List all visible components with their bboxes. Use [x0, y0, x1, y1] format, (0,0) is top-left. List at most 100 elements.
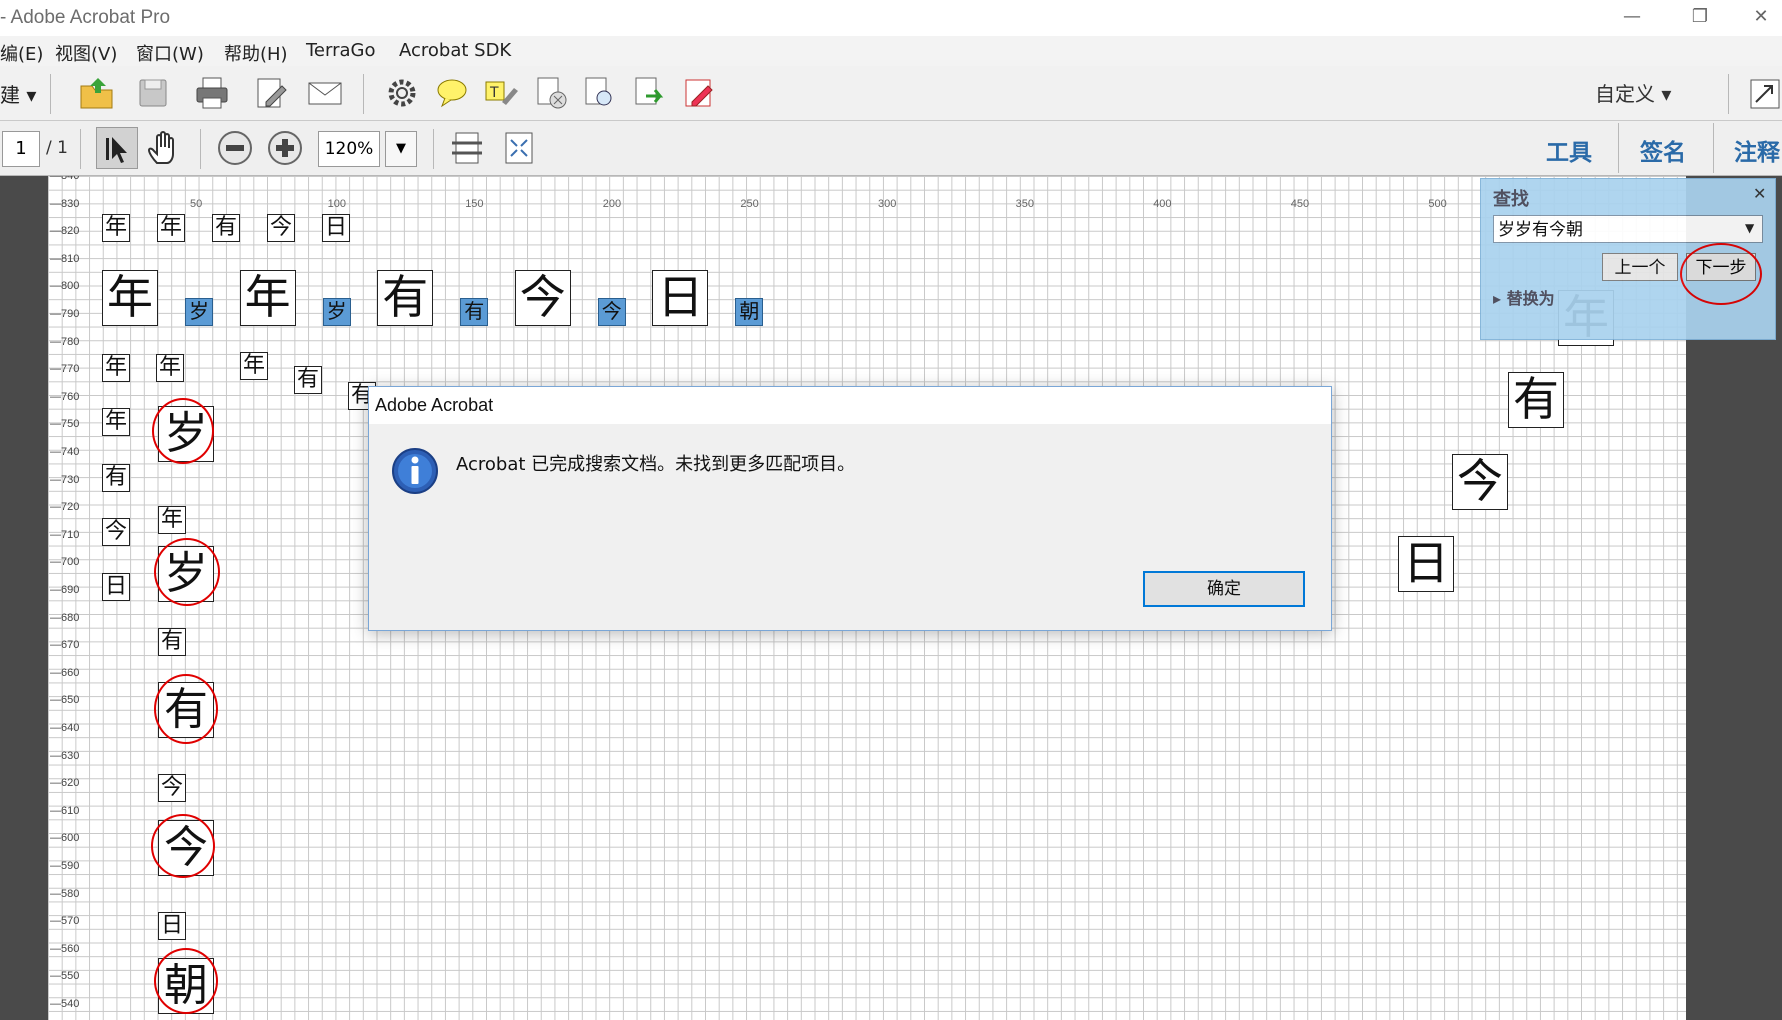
ok-button[interactable]: 确定	[1143, 571, 1305, 607]
zoom-out-icon[interactable]	[216, 129, 254, 167]
open-folder-icon[interactable]	[78, 74, 116, 112]
glyph-box-column: 今	[158, 774, 186, 802]
red-annotation-circle	[154, 674, 218, 744]
menu-terrago[interactable]: TerraGo	[306, 40, 376, 61]
zoom-input[interactable]: 120%	[318, 131, 380, 167]
glyph-box-column: 日	[102, 573, 130, 601]
email-icon[interactable]	[306, 74, 344, 112]
svg-text:T: T	[489, 85, 499, 101]
print-icon[interactable]	[193, 74, 231, 112]
menu-acrobat-sdk[interactable]: Acrobat SDK	[399, 40, 511, 61]
menu-window[interactable]: 窗口(W)	[136, 40, 204, 66]
search-highlight-box: 朝	[735, 298, 764, 326]
message-dialog: Adobe Acrobat Acrobat 已完成搜索文档。未找到更多匹配项目。…	[368, 386, 1332, 631]
restore-button[interactable]: ❐	[1672, 0, 1728, 36]
ruler-tick: —700	[50, 556, 80, 569]
menu-view[interactable]: 视图(V)	[55, 40, 117, 66]
gear-icon[interactable]	[383, 74, 421, 112]
glyph-box-column: 有	[158, 628, 186, 656]
ruler-tick: —550	[50, 970, 80, 983]
glyph-box-large: 有	[1508, 372, 1564, 428]
ruler-tick: —580	[50, 887, 80, 900]
ruler-tick: —760	[50, 390, 80, 403]
glyph-box-large: 日	[652, 270, 709, 326]
ruler-tick: —840	[50, 176, 80, 182]
search-document-icon[interactable]	[580, 74, 618, 112]
toolbar-separator	[50, 74, 51, 114]
glyph-box-large: 年	[239, 270, 296, 326]
tab-comment[interactable]: 注释	[1734, 133, 1780, 167]
glyph-box-row1: 年	[157, 214, 185, 242]
ruler-tick: —790	[50, 308, 80, 320]
find-close-icon[interactable]: ✕	[1753, 184, 1766, 203]
hand-tool-icon[interactable]	[145, 129, 183, 167]
sign-document-icon[interactable]	[680, 74, 718, 112]
ruler-tick: 500	[1428, 198, 1447, 210]
close-button[interactable]: ✕	[1740, 0, 1782, 36]
fit-page-icon[interactable]	[500, 129, 538, 167]
toolbar-separator	[363, 74, 364, 114]
ruler-tick: 450	[1290, 198, 1310, 210]
glyph-box-row1: 有	[212, 214, 240, 242]
export-document-icon[interactable]	[630, 74, 668, 112]
glyph-box-large: 今	[1452, 454, 1508, 510]
menu-help[interactable]: 帮助(H)	[224, 40, 288, 66]
highlight-text-icon[interactable]: T	[482, 74, 520, 112]
glyph-box-large: 年	[102, 270, 158, 326]
ruler-tick: —750	[50, 418, 80, 431]
ruler-tick: —800	[50, 280, 80, 293]
glyph-box-column: 今	[102, 518, 130, 546]
glyph-box-row1: 日	[322, 214, 350, 242]
select-tool-button[interactable]	[96, 127, 138, 169]
customize-menu[interactable]: 自定义 ▾	[1595, 78, 1671, 107]
ruler-tick: 400	[1153, 198, 1172, 210]
minimize-button[interactable]: —	[1604, 0, 1660, 36]
ruler-tick: 200	[602, 198, 622, 210]
save-icon[interactable]	[134, 74, 172, 112]
ruler-tick: —660	[50, 666, 80, 679]
replace-toggle[interactable]: ▸ 替换为	[1493, 285, 1555, 309]
ruler-tick: —670	[50, 639, 80, 652]
ruler-tick: 50	[190, 198, 203, 210]
page-total: / 1	[46, 138, 68, 158]
vertical-ruler: —840 —830 —820 —810 —800 —790 —780 —770 —760 —750…	[48, 176, 96, 1020]
red-annotation-circle	[1680, 243, 1762, 305]
navigation-toolbar: 1 / 1 120% ▼ 工具 签名 注释	[0, 121, 1782, 176]
create-menu[interactable]: 建 ▾	[0, 79, 36, 108]
ruler-tick: —720	[50, 501, 80, 514]
glyph-box-row1: 今	[267, 214, 295, 242]
cursor-icon	[106, 137, 127, 163]
glyph-box-column: 年	[102, 408, 130, 436]
glyph-box-column: 年	[158, 506, 186, 534]
dialog-title: Adobe Acrobat	[375, 395, 494, 415]
find-panel: 查找 ✕ 岁岁有今朝 ▼ 上一个 下一步 ▸ 替换为	[1480, 178, 1776, 340]
red-annotation-circle	[152, 398, 214, 464]
tab-sign[interactable]: 签名	[1640, 133, 1686, 167]
ruler-tick: —740	[50, 446, 80, 458]
ruler-tick: —830	[50, 197, 80, 210]
page-number-input[interactable]: 1	[2, 131, 40, 167]
toolbar-separator	[80, 129, 81, 169]
find-query-input[interactable]: 岁岁有今朝	[1493, 215, 1763, 243]
menu-edit[interactable]: 编(E)	[0, 40, 43, 66]
ruler-tick: —600	[50, 832, 80, 845]
chevron-down-icon: ▼	[396, 141, 406, 156]
glyph-box: 年	[240, 352, 268, 380]
ruler-tick: —640	[50, 722, 80, 734]
zoom-dropdown-button[interactable]: ▼	[385, 131, 417, 167]
edit-document-icon[interactable]	[252, 74, 290, 112]
tab-tools[interactable]: 工具	[1546, 133, 1592, 167]
find-panel-title: 查找	[1493, 189, 1529, 210]
fit-width-icon[interactable]	[448, 129, 486, 167]
find-previous-button[interactable]: 上一个	[1602, 253, 1678, 281]
expand-icon[interactable]	[1748, 74, 1782, 112]
search-highlight-box: 岁	[185, 298, 213, 326]
compare-document-icon[interactable]	[532, 74, 570, 112]
ruler-tick: —560	[50, 942, 80, 955]
chevron-down-icon[interactable]: ▼	[1745, 221, 1754, 235]
red-annotation-circle	[154, 538, 220, 606]
zoom-in-icon[interactable]	[266, 129, 304, 167]
ruler-tick: —590	[50, 860, 80, 872]
comment-icon[interactable]	[433, 74, 471, 112]
ruler-tick: —570	[50, 915, 80, 928]
